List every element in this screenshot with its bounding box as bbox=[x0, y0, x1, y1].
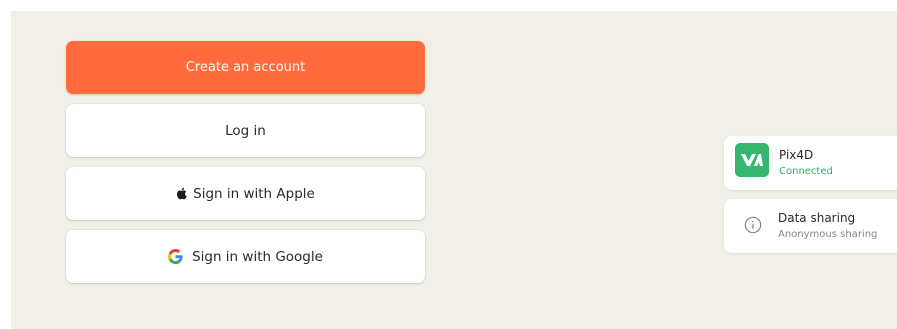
data-sharing-title: Data sharing bbox=[778, 211, 856, 225]
google-label: Sign in with Google bbox=[192, 248, 323, 265]
data-sharing-card[interactable]: Data sharing Anonymous sharing bbox=[724, 199, 897, 253]
integration-name: Pix4D bbox=[779, 148, 814, 162]
info-icon bbox=[744, 216, 762, 234]
integration-card-pix4d[interactable]: Pix4D Connected bbox=[724, 136, 897, 190]
pix4d-logo-icon bbox=[735, 143, 769, 177]
sign-in-google-button[interactable]: Sign in with Google bbox=[66, 230, 425, 283]
login-button[interactable]: Log in bbox=[66, 104, 425, 157]
google-icon bbox=[168, 249, 183, 264]
data-sharing-status: Anonymous sharing bbox=[778, 229, 878, 240]
login-label: Log in bbox=[225, 122, 266, 139]
apple-icon bbox=[176, 187, 187, 200]
create-account-button[interactable]: Create an account bbox=[66, 41, 425, 94]
create-account-label: Create an account bbox=[185, 60, 306, 75]
integration-status: Connected bbox=[779, 166, 833, 177]
sign-in-apple-button[interactable]: Sign in with Apple bbox=[66, 167, 425, 220]
apple-label: Sign in with Apple bbox=[193, 185, 315, 202]
app-background: Create an account Log in Sign in with Ap… bbox=[11, 11, 897, 329]
